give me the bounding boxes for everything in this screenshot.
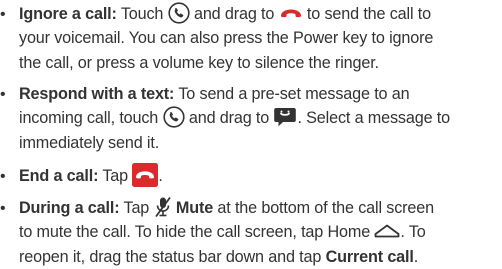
term-respond-text: Respond with a text:: [19, 85, 175, 103]
term-ignore-call: Ignore a call:: [19, 5, 117, 23]
bullet: •: [0, 168, 6, 185]
phone-answer-circle-icon: [162, 106, 185, 128]
current-call-label: Current call: [325, 247, 414, 266]
term-during-call: During a call:: [19, 199, 120, 217]
home-icon: [374, 223, 400, 239]
phone-answer-circle-icon: [168, 2, 190, 24]
phone-end-red-icon: [279, 6, 303, 20]
bullet: •: [0, 86, 6, 103]
microphone-mute-icon: [154, 196, 172, 218]
list-item-respond-text: • Respond with a text: To send a pre-set …: [0, 85, 450, 152]
end-call-button-icon: [132, 162, 159, 187]
mute-label: Mute: [175, 199, 214, 217]
speech-bubble-icon: [273, 106, 297, 128]
bullet: •: [0, 200, 6, 217]
help-document: • Ignore a call: Touch and drag to to sen…: [0, 0, 502, 267]
list-item-during-call: • During a call: Tap Mute at the bottom o…: [0, 190, 500, 269]
list-item-end-call: • End a call: Tap .: [0, 162, 500, 188]
bullet: •: [0, 6, 6, 23]
term-end-call: End a call:: [19, 167, 99, 185]
list-item-ignore-call: • Ignore a call: Touch and drag to to sen…: [0, 2, 500, 75]
